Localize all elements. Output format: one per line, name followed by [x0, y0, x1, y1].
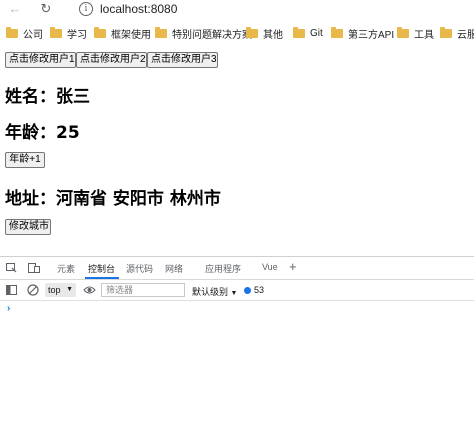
folder-icon — [246, 26, 258, 38]
name-heading: 姓名：张三 — [5, 87, 90, 107]
tab-console[interactable]: 控制台 — [88, 262, 115, 275]
eye-icon[interactable] — [83, 285, 96, 295]
devtools-panel: 元素 控制台 源代码 网络 应用程序 Vue + top ▼ 筛选器 默认级别 … — [0, 256, 474, 434]
folder-icon — [397, 26, 409, 38]
bookmarks-bar: 公司 学习 框架使用 特别问题解决方案 其他 Git 第三方API 工具 云服 — [0, 22, 474, 42]
context-select[interactable]: top ▼ — [45, 283, 76, 297]
folder-icon — [331, 26, 343, 38]
bookmark-item[interactable]: 框架使用 — [94, 25, 151, 41]
change-user-2-button[interactable]: 点击修改用户2 — [76, 52, 147, 68]
bookmark-item[interactable]: 云服 — [440, 25, 474, 41]
age-increment-button[interactable]: 年龄+1 — [5, 152, 45, 168]
folder-icon — [155, 26, 167, 38]
sidebar-toggle-icon[interactable] — [6, 285, 17, 295]
reload-icon[interactable]: ↻ — [38, 1, 54, 17]
bookmark-item[interactable]: 公司 — [6, 25, 43, 41]
filter-input[interactable] — [101, 283, 185, 297]
change-city-button[interactable]: 修改城市 — [5, 219, 51, 235]
tab-application[interactable]: 应用程序 — [205, 262, 241, 275]
bookmark-item[interactable]: 其他 — [246, 25, 283, 41]
change-user-1-button[interactable]: 点击修改用户1 — [5, 52, 76, 68]
page-content: 点击修改用户1 点击修改用户2 点击修改用户3 姓名：张三 年龄：25 年龄+1… — [0, 44, 474, 256]
console-toolbar: top ▼ 默认级别 ▼ 53 — [0, 280, 474, 301]
arrow-left-icon[interactable]: ← — [7, 1, 23, 17]
log-level-select[interactable]: 默认级别 ▼ — [192, 285, 237, 298]
bookmark-item[interactable]: 工具 — [397, 25, 434, 41]
add-tab-icon[interactable]: + — [289, 259, 297, 274]
active-tab-indicator — [85, 277, 119, 279]
bookmark-item[interactable]: Git — [293, 25, 323, 41]
caret-down-icon: ▼ — [66, 286, 73, 293]
clear-console-icon[interactable] — [27, 284, 39, 296]
folder-icon — [6, 26, 18, 38]
tab-sources[interactable]: 源代码 — [126, 262, 153, 275]
caret-down-icon: ▼ — [230, 290, 238, 297]
browser-window: ← ↻ i localhost:8080 公司 学习 框架使用 特别问题解决方案… — [0, 0, 474, 434]
console-prompt-icon[interactable]: › — [7, 303, 10, 314]
bookmark-item[interactable]: 学习 — [50, 25, 87, 41]
tab-elements[interactable]: 元素 — [57, 262, 75, 275]
folder-icon — [293, 26, 305, 38]
devtools-tabbar: 元素 控制台 源代码 网络 应用程序 Vue + — [0, 257, 474, 280]
address-bar: ← ↻ i localhost:8080 — [0, 0, 474, 20]
inspect-element-icon[interactable] — [6, 263, 17, 273]
age-heading: 年龄：25 — [5, 123, 80, 143]
folder-icon — [50, 26, 62, 38]
url-text[interactable]: localhost:8080 — [100, 2, 177, 16]
folder-icon — [94, 26, 106, 38]
folder-icon — [440, 26, 452, 38]
device-toolbar-icon[interactable] — [28, 263, 40, 273]
change-user-3-button[interactable]: 点击修改用户3 — [147, 52, 218, 68]
address-heading: 地址：河南省 安阳市 林州市 — [5, 189, 221, 209]
tab-network[interactable]: 网络 — [165, 262, 183, 275]
issue-icon — [244, 286, 251, 294]
issues-counter[interactable]: 53 — [244, 285, 264, 295]
bookmark-item[interactable]: 特别问题解决方案 — [155, 25, 252, 41]
tab-vue[interactable]: Vue — [262, 262, 278, 272]
bookmark-item[interactable]: 第三方API — [331, 25, 394, 41]
info-icon[interactable]: i — [79, 2, 93, 16]
